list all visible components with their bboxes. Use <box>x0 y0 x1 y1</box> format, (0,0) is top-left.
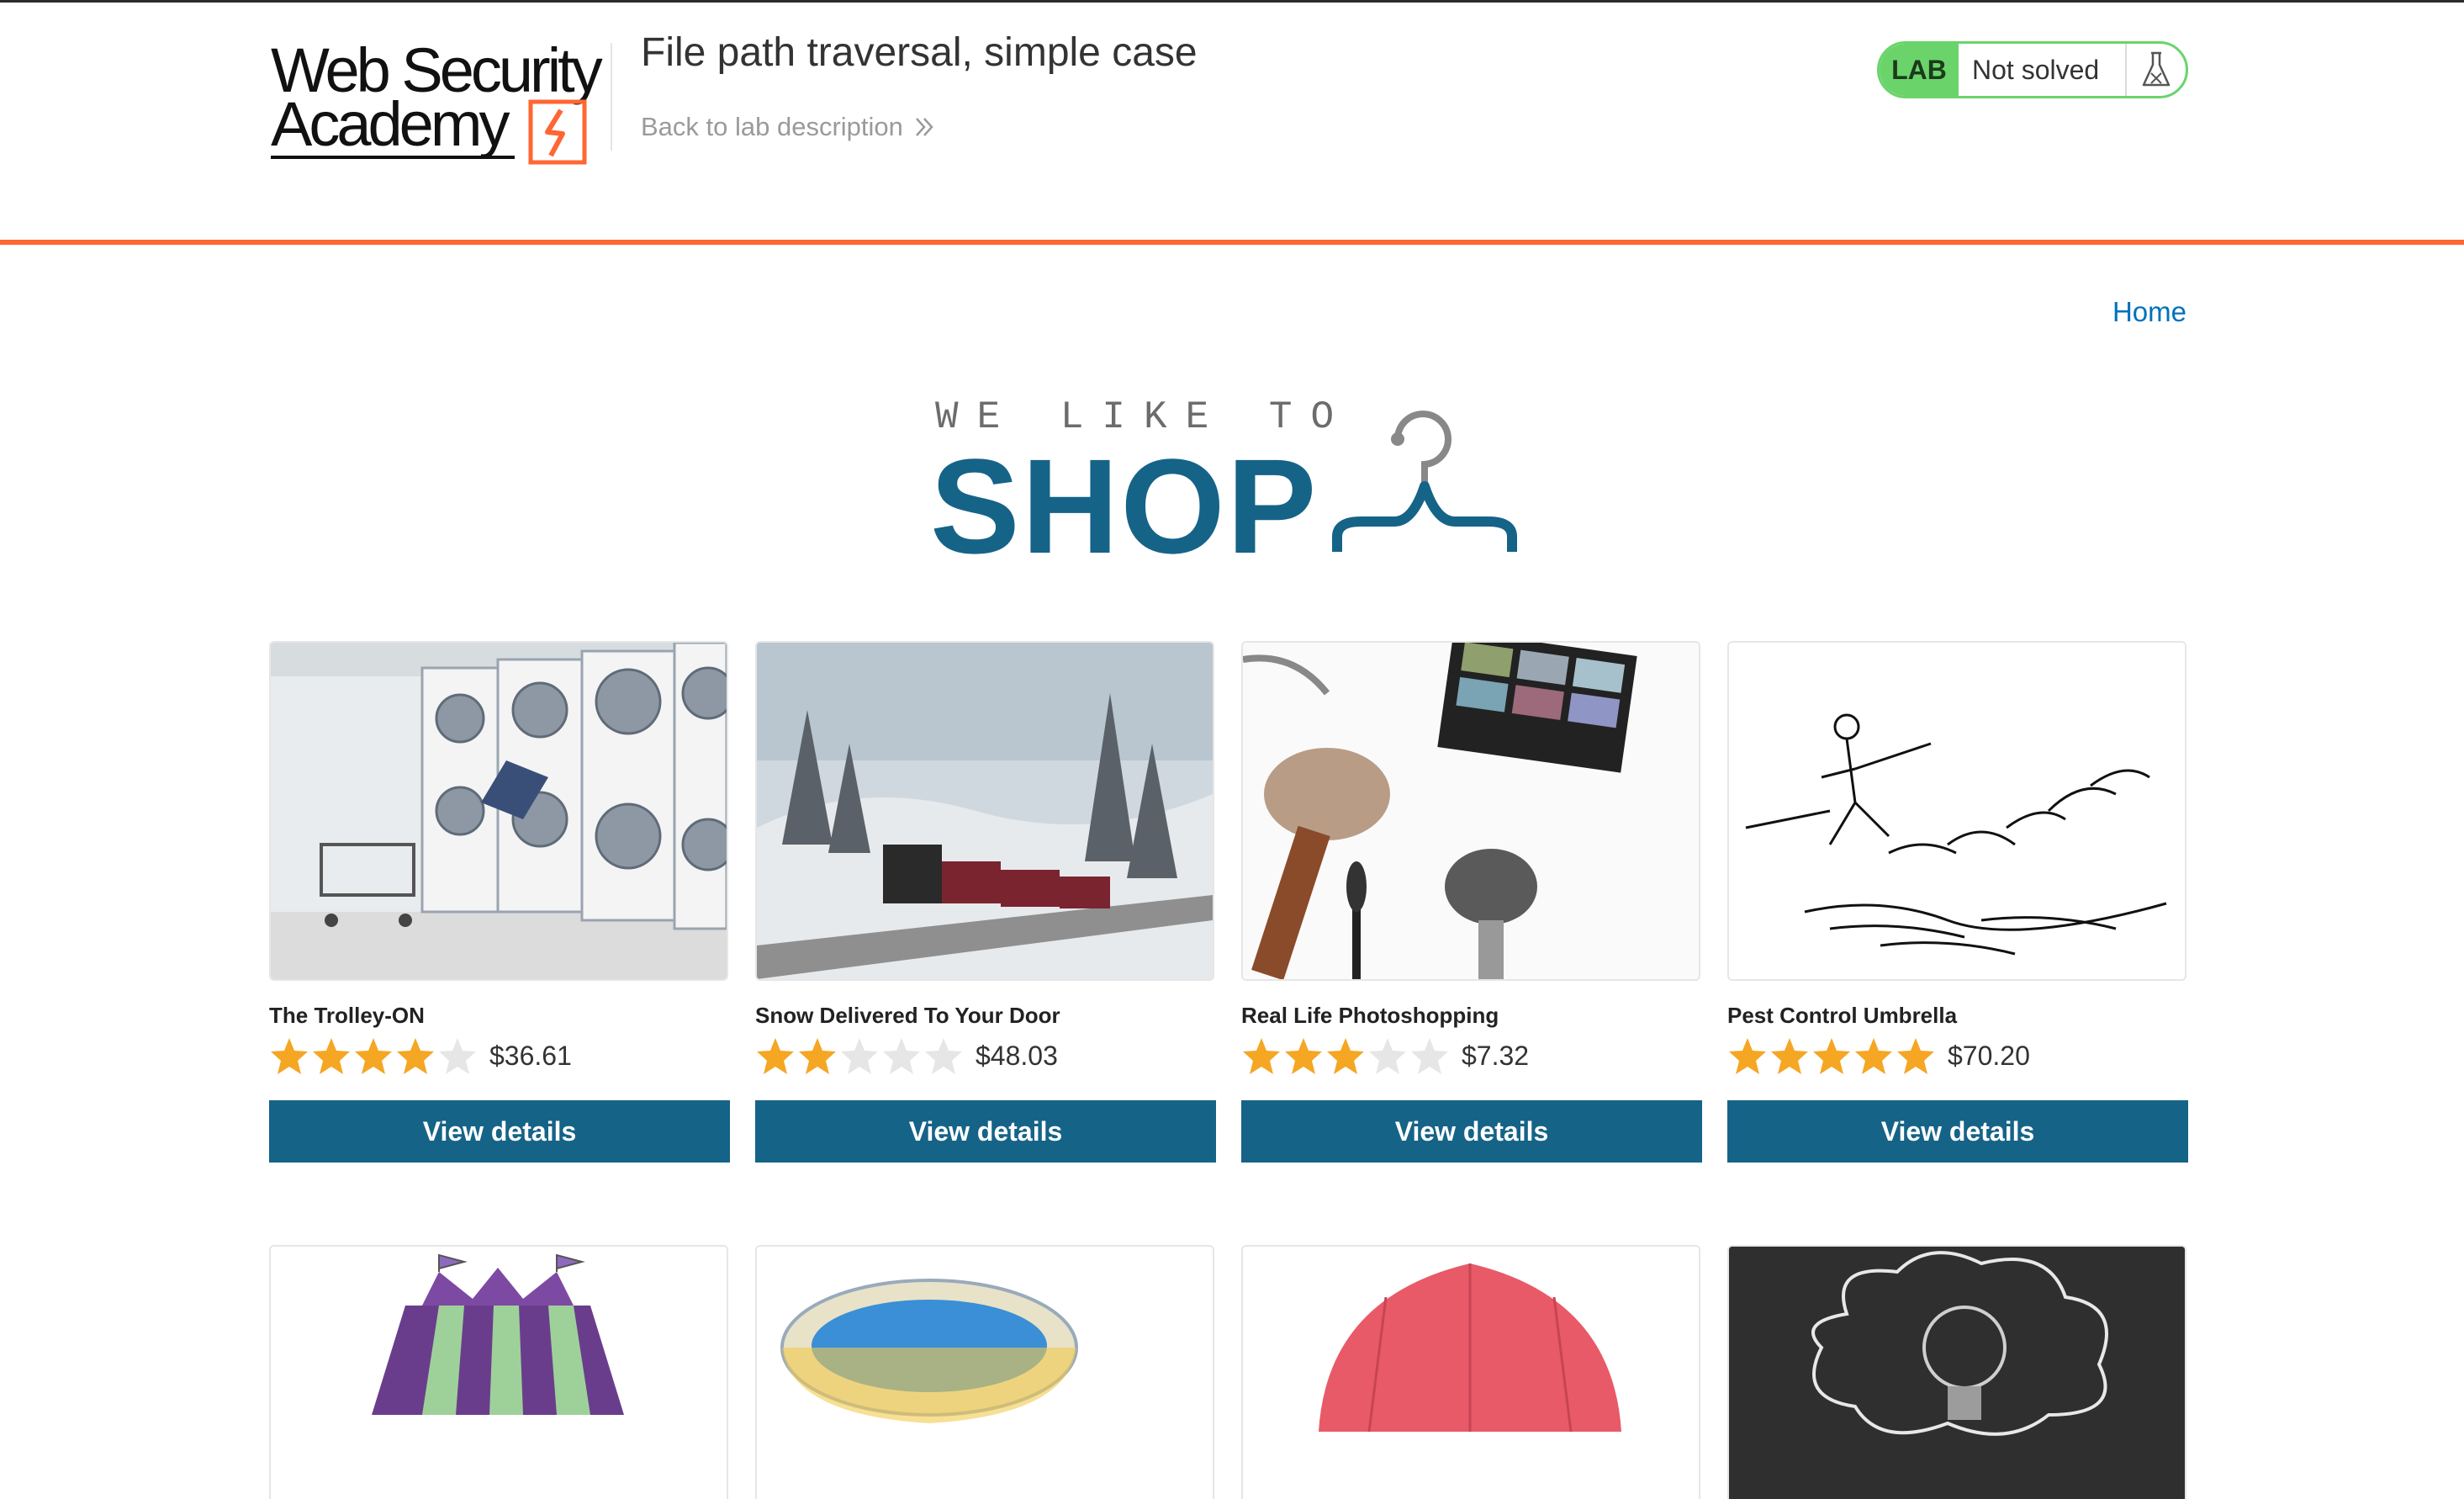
web-security-academy-logo[interactable]: Web Security Academy <box>271 38 607 165</box>
star-empty-icon <box>841 1038 878 1074</box>
star-empty-icon <box>925 1038 962 1074</box>
coat-hanger-icon <box>1332 411 1517 552</box>
lab-title: File path traversal, simple case <box>641 30 1198 75</box>
star-rating <box>1727 1036 1938 1075</box>
star-filled-icon <box>1327 1038 1364 1074</box>
star-filled-icon <box>271 1038 308 1074</box>
star-filled-icon <box>1897 1038 1934 1074</box>
banner-title: SHOP <box>930 431 1319 581</box>
view-details-button[interactable]: View details <box>1241 1100 1702 1163</box>
star-filled-icon <box>1243 1038 1280 1074</box>
product-image-lightbulb-chalkboard[interactable] <box>1727 1245 2186 1499</box>
back-link-label: Back to lab description <box>641 112 903 141</box>
star-filled-icon <box>1855 1038 1892 1074</box>
logo-text-line2: Academy <box>271 89 510 159</box>
shop-banner: WE LIKE TO SHOP <box>925 387 1547 581</box>
product-image-snow-train[interactable] <box>755 641 1214 981</box>
star-filled-icon <box>355 1038 392 1074</box>
star-filled-icon <box>1729 1038 1766 1074</box>
header-divider <box>611 43 612 151</box>
product-rating: $70.20 <box>1727 1036 2030 1075</box>
back-to-lab-description-link[interactable]: Back to lab description <box>641 112 937 142</box>
view-details-button[interactable]: View details <box>1727 1100 2188 1163</box>
star-rating <box>269 1036 479 1075</box>
star-filled-icon <box>397 1038 434 1074</box>
star-filled-icon <box>757 1038 794 1074</box>
product-image-red-umbrella[interactable] <box>1241 1245 1700 1499</box>
lab-status-widget: LAB Not solved <box>1877 41 2188 98</box>
header-accent-bar <box>0 240 2464 245</box>
star-filled-icon <box>313 1038 350 1074</box>
lab-status-text: Not solved <box>1959 44 2127 96</box>
star-rating <box>755 1036 965 1075</box>
product-price: $70.20 <box>1948 1040 2030 1071</box>
view-details-button[interactable]: View details <box>755 1100 1216 1163</box>
flask-icon <box>2127 44 2186 96</box>
lab-badge: LAB <box>1880 44 1959 96</box>
product-name: Real Life Photoshopping <box>1241 1003 1499 1028</box>
star-empty-icon <box>1369 1038 1406 1074</box>
home-link[interactable]: Home <box>2112 296 2186 328</box>
product-price: $36.61 <box>489 1040 572 1071</box>
star-filled-icon <box>1771 1038 1808 1074</box>
product-image-paddling-pool[interactable] <box>755 1245 1214 1499</box>
star-filled-icon <box>799 1038 836 1074</box>
product-name: Snow Delivered To Your Door <box>755 1003 1060 1028</box>
double-chevron-right-icon <box>915 118 933 136</box>
product-price: $48.03 <box>976 1040 1058 1071</box>
view-details-button[interactable]: View details <box>269 1100 730 1163</box>
star-rating <box>1241 1036 1451 1075</box>
product-rating: $36.61 <box>269 1036 572 1075</box>
product-name: Pest Control Umbrella <box>1727 1003 1958 1028</box>
logo-underline <box>271 156 515 159</box>
product-image-umbrella-sketch[interactable] <box>1727 641 2186 981</box>
star-filled-icon <box>1813 1038 1850 1074</box>
product-image-laundromat[interactable] <box>269 641 728 981</box>
star-empty-icon <box>883 1038 920 1074</box>
star-empty-icon <box>1411 1038 1448 1074</box>
star-empty-icon <box>439 1038 476 1074</box>
star-filled-icon <box>1285 1038 1322 1074</box>
product-price: $7.32 <box>1462 1040 1530 1071</box>
product-image-circus-tent[interactable] <box>269 1245 728 1499</box>
product-image-makeup[interactable] <box>1241 641 1700 981</box>
lab-header: Web Security Academy File path traversal… <box>0 3 2464 241</box>
product-name: The Trolley-ON <box>269 1003 425 1028</box>
product-rating: $7.32 <box>1241 1036 1529 1075</box>
lightning-icon <box>528 99 587 165</box>
product-rating: $48.03 <box>755 1036 1058 1075</box>
